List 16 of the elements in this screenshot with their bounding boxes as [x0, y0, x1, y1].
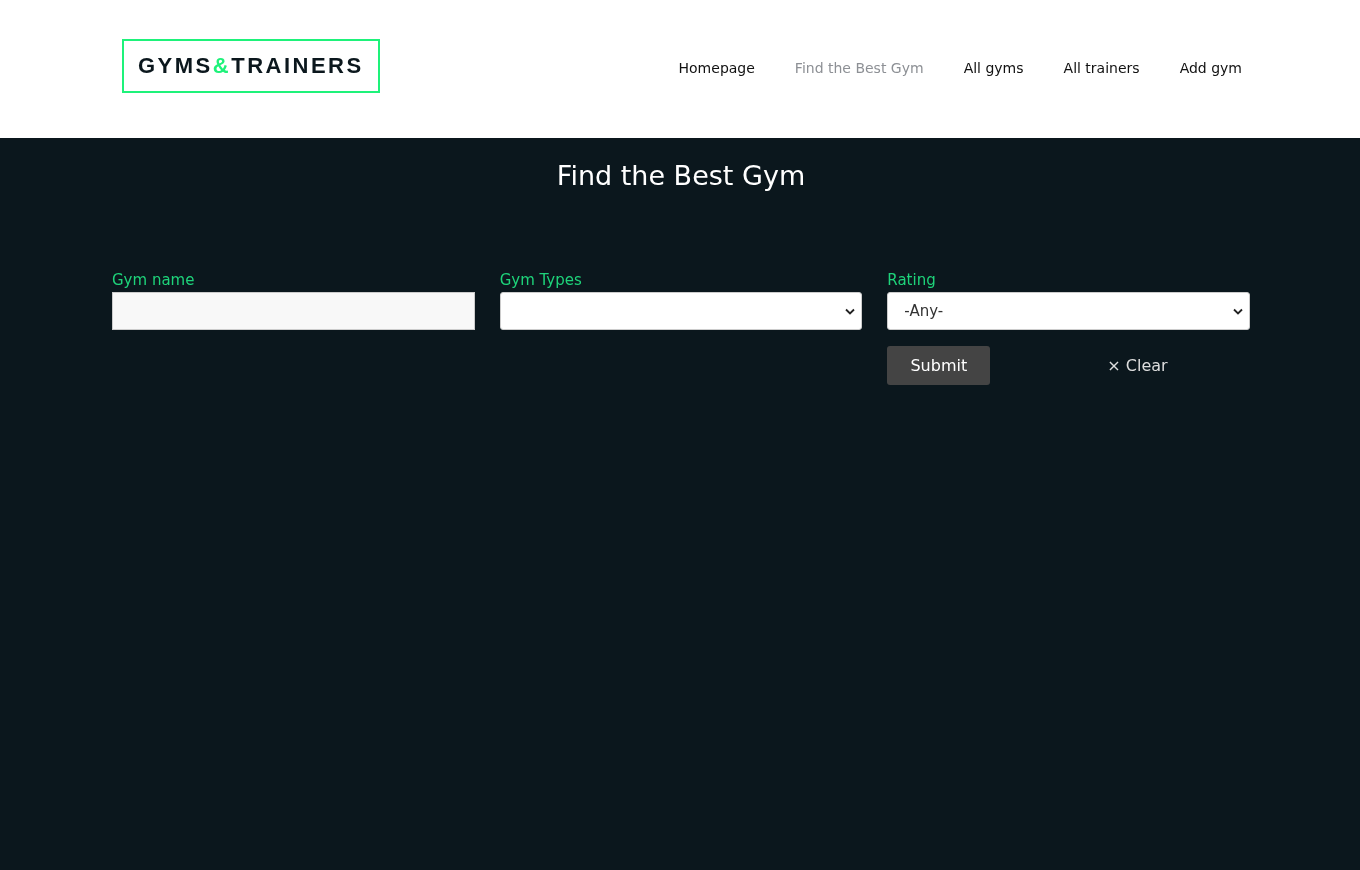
nav-link[interactable]: All trainers: [1063, 59, 1140, 76]
input-field[interactable]: [112, 292, 475, 330]
field-label: Gym Types: [499, 271, 583, 289]
nav-link[interactable]: Homepage: [678, 59, 755, 76]
select-dropdown[interactable]: [499, 292, 863, 330]
page-title: Find the Best Gym: [555, 160, 807, 191]
field-label: Gym name: [112, 271, 196, 289]
nav-link[interactable]: All gyms: [963, 59, 1024, 76]
nav-link[interactable]: Add gym: [1179, 59, 1242, 76]
field-label: Rating: [887, 271, 937, 289]
chevron-down-icon: [845, 307, 856, 315]
logo[interactable]: GYMS&TRAINERS: [122, 39, 380, 93]
clear-link[interactable]: × Clear: [1107, 356, 1168, 375]
submit-button[interactable]: Submit: [887, 346, 991, 385]
select-dropdown[interactable]: -Any-: [887, 292, 1250, 330]
chevron-down-icon: [1233, 307, 1243, 315]
